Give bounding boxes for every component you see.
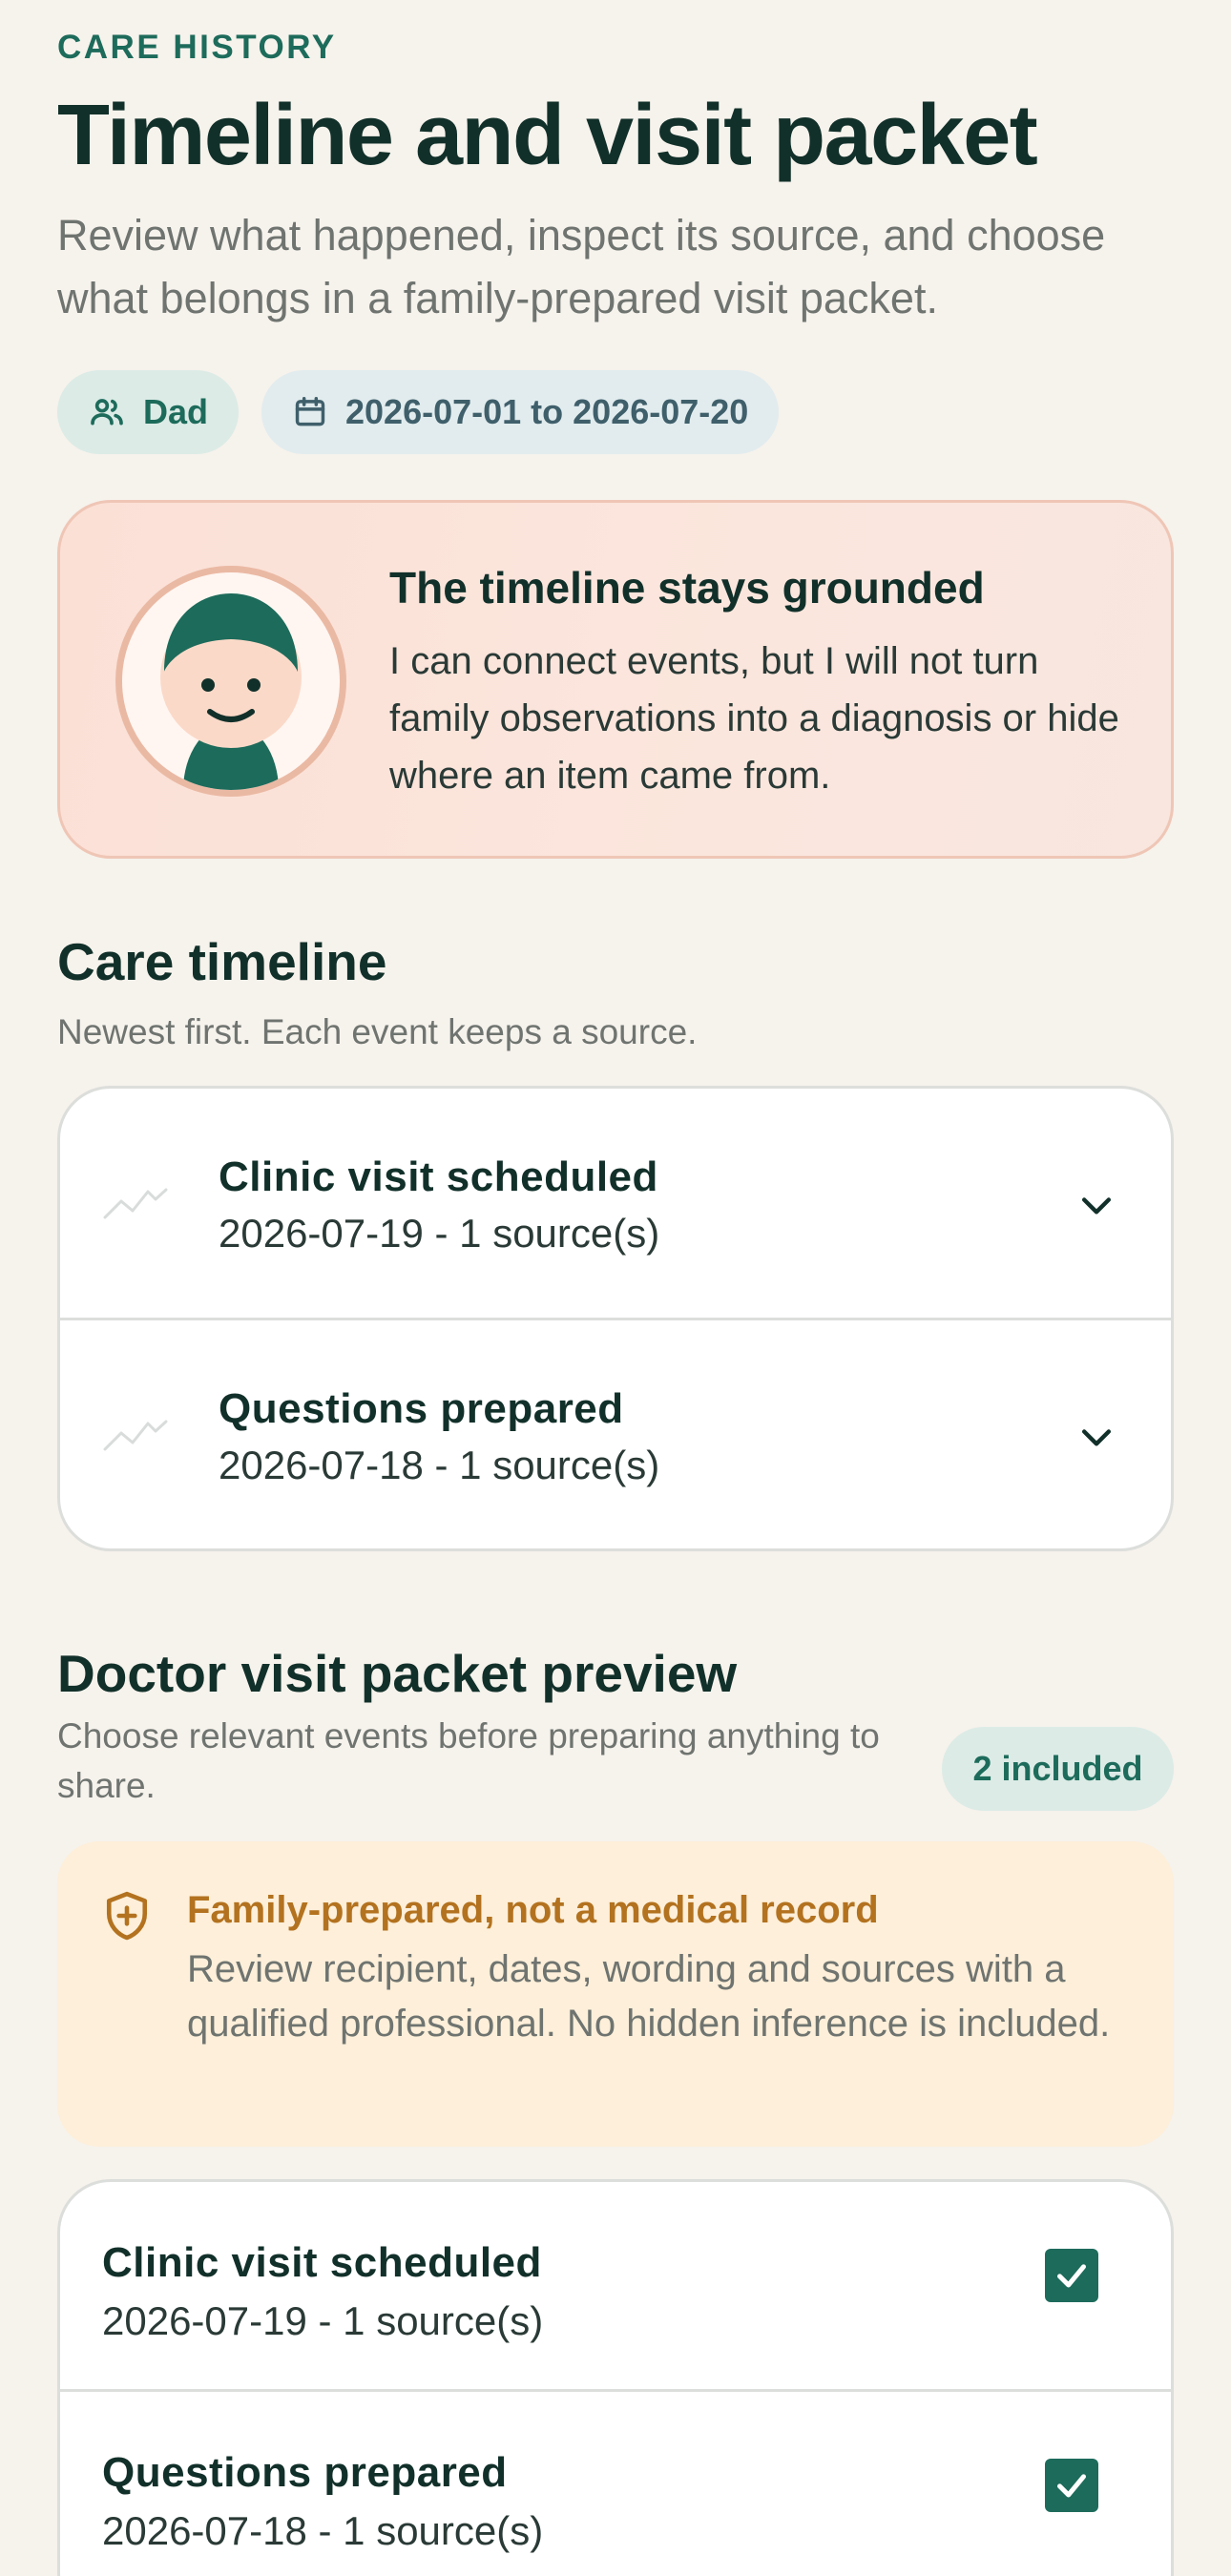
- packet-item-meta: 2026-07-19 - 1 source(s): [102, 2298, 544, 2343]
- packet-item-title: Clinic visit scheduled: [102, 2239, 542, 2286]
- packet-item-title: Questions prepared: [102, 2449, 508, 2496]
- included-count-badge: 2 included: [942, 1727, 1174, 1811]
- packet-section-title: Doctor visit packet preview: [57, 1644, 738, 1703]
- chevron-down-icon[interactable]: [1075, 1416, 1117, 1458]
- disclaimer-title: Family-prepared, not a medical record: [187, 1889, 879, 1931]
- calendar-icon: [295, 397, 325, 426]
- timeline-event-title: Clinic visit scheduled: [219, 1153, 658, 1200]
- assistant-card-title: The timeline stays grounded: [389, 563, 985, 613]
- packet-section-subtitle: Choose relevant events before preparing …: [57, 1716, 880, 1805]
- eyebrow-label: CARE HISTORY: [57, 29, 337, 66]
- packet-item-meta: 2026-07-18 - 1 source(s): [102, 2508, 544, 2553]
- timeline-event-meta: 2026-07-18 - 1 source(s): [219, 1443, 660, 1487]
- timeline-section-subtitle: Newest first. Each event keeps a source.: [57, 1012, 698, 1051]
- check-icon: [1057, 2474, 1086, 2498]
- packet-disclaimer: Family-prepared, not a medical record Re…: [57, 1841, 1174, 2147]
- packet-item[interactable]: Clinic visit scheduled 2026-07-19 - 1 so…: [60, 2182, 1171, 2392]
- timeline-event-meta: 2026-07-19 - 1 source(s): [219, 1211, 660, 1256]
- date-range-chip[interactable]: 2026-07-01 to 2026-07-20: [261, 370, 780, 454]
- timeline-section-title: Care timeline: [57, 932, 387, 991]
- shield-plus-icon: [106, 1891, 148, 1941]
- timeline-event[interactable]: Questions prepared 2026-07-18 - 1 source…: [60, 1320, 1171, 1548]
- check-icon: [1057, 2264, 1086, 2288]
- people-icon: [91, 399, 123, 426]
- chevron-down-icon[interactable]: [1075, 1184, 1117, 1226]
- page-title: Timeline and visit packet: [57, 88, 1038, 183]
- timeline-event-title: Questions prepared: [219, 1385, 624, 1432]
- filter-chips: Dad 2026-07-01 to 2026-07-20: [57, 370, 780, 454]
- date-range-label: 2026-07-01 to 2026-07-20: [345, 392, 749, 431]
- person-filter-chip[interactable]: Dad: [57, 370, 240, 454]
- timeline-event[interactable]: Clinic visit scheduled 2026-07-19 - 1 so…: [60, 1089, 1171, 1320]
- assistant-avatar: [115, 566, 346, 797]
- timeline-list: Clinic visit scheduled 2026-07-19 - 1 so…: [57, 1086, 1174, 1551]
- disclaimer-body: Review recipient, dates, wording and sou…: [187, 1948, 1111, 2045]
- assistant-card-body: I can connect events, but I will not tur…: [389, 640, 1119, 797]
- packet-item[interactable]: Questions prepared 2026-07-18 - 1 source…: [60, 2392, 1171, 2576]
- page-subtitle: Review what happened, inspect its source…: [57, 211, 1106, 322]
- activity-icon: [103, 1188, 168, 1219]
- include-checkbox[interactable]: [1045, 2249, 1098, 2302]
- assistant-notice-card: The timeline stays grounded I can connec…: [57, 500, 1174, 859]
- care-history-page: CARE HISTORY Timeline and visit packet R…: [0, 0, 1231, 2576]
- activity-icon: [103, 1420, 168, 1451]
- include-checkbox[interactable]: [1045, 2459, 1098, 2512]
- packet-item-list: Clinic visit scheduled 2026-07-19 - 1 so…: [57, 2179, 1174, 2576]
- person-filter-label: Dad: [143, 392, 209, 431]
